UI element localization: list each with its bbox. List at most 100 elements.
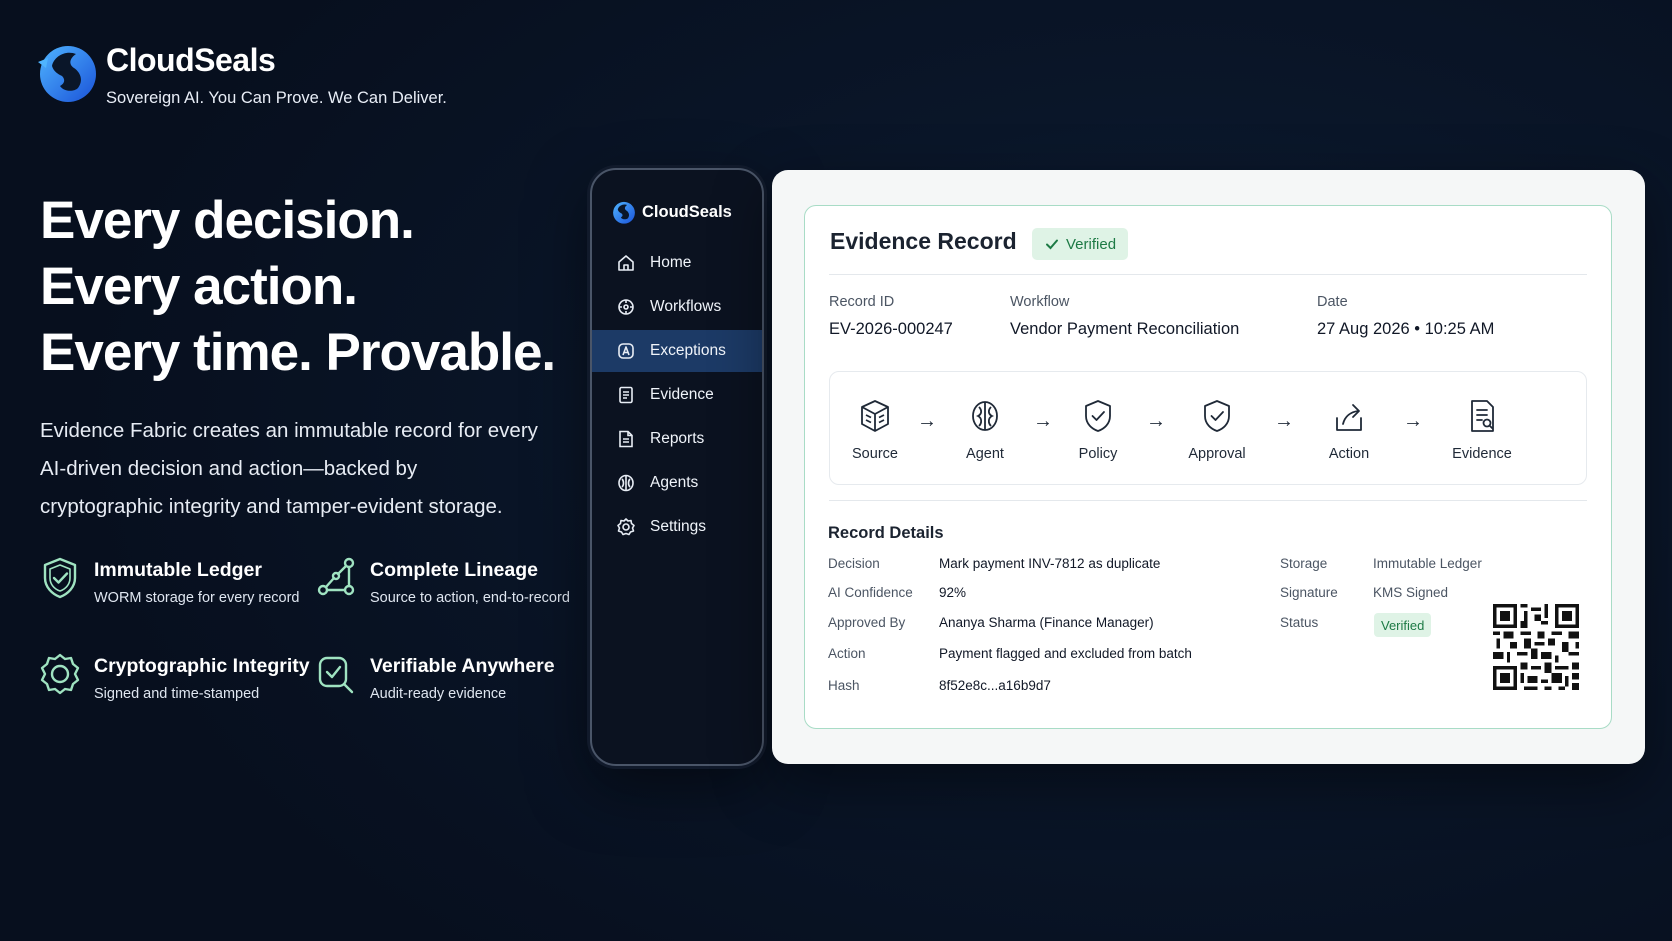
magnify-check-icon [318,656,354,694]
detail-label: Signature [1280,585,1338,600]
cloudseals-logo-icon [613,201,635,224]
cloudseals-logo-icon [38,46,96,102]
detail-label: Decision [828,556,880,571]
flow-step-label: Approval [1188,446,1246,462]
qr-code-icon[interactable] [1493,602,1579,692]
feature-title: Verifiable Anywhere [370,655,555,677]
detail-value: 92% [939,585,967,600]
sidebar-item-home[interactable]: Home [592,242,762,284]
flow-step-label: Action [1328,446,1370,462]
sidebar-item-label: Home [650,254,692,271]
sidebar-item-workflows[interactable]: Workflows [592,286,762,328]
feature-title: Cryptographic Integrity [94,655,310,677]
brand-tagline: Sovereign AI. You Can Prove. We Can Deli… [106,89,447,107]
flow-step-agent[interactable]: Agent [940,398,1030,462]
flow-step-label: Agent [966,446,1004,462]
meta-label: Date [1317,294,1348,310]
brain-icon [972,401,998,431]
shield-check-icon [1085,400,1111,432]
report-icon [619,430,633,448]
sidebar-item-label: Evidence [650,386,714,403]
shield-check-icon [1204,400,1230,432]
hero-headline: Every decision. Every action. Every time… [40,188,580,386]
check-icon [1046,239,1058,250]
verified-badge: Verified [1032,228,1129,260]
exception-icon [618,343,634,359]
detail-value: Immutable Ledger [1373,556,1482,571]
date-value: 27 Aug 2026 • 10:25 AM [1317,320,1495,338]
detail-value: KMS Signed [1373,585,1449,600]
lineage-flow: Source → Agent → Policy → Approval → Act… [829,371,1587,485]
detail-label: Storage [1280,556,1328,571]
sidebar-item-reports[interactable]: Reports [592,418,762,460]
sidebar-nav: Home Workflows Exceptions Evidence Repor… [592,242,762,548]
flow-step-policy[interactable]: Policy [1053,398,1143,462]
feature-item: Verifiable Anywhere Audit-ready evidence [316,652,592,702]
detail-label: Action [828,646,866,661]
flow-arrow: → [1146,410,1166,432]
headline-line: Every decision. [40,191,415,250]
flow-arrow: → [1403,410,1423,432]
detail-value: Mark payment INV-7812 as duplicate [939,556,1161,571]
flow-step-label: Source [852,446,898,462]
meta-label: Record ID [829,294,895,310]
flow-step-source[interactable]: Source [830,398,920,462]
feature-item: Complete Lineage Source to action, end-t… [316,556,592,606]
meta-label: Workflow [1010,294,1070,310]
lineage-nodes-icon [317,557,355,596]
home-icon [618,255,634,271]
hero-description: Evidence Fabric creates an immutable rec… [40,419,538,518]
meta-record-id: Record ID EV-2026-000247 [829,294,953,339]
agent-brain-icon [618,474,634,492]
detail-label: Hash [828,678,860,693]
sidebar-brand-name: CloudSeals [642,202,732,221]
feature-grid: Immutable Ledger WORM storage for every … [40,556,600,702]
app-sidebar: CloudSeals Home Workflows Exceptions Evi… [590,168,764,766]
document-search-icon [1471,400,1494,432]
workflow-value: Vendor Payment Reconciliation [1010,320,1240,338]
sidebar-item-label: Exceptions [650,342,726,359]
status-badge: Verified [1374,613,1432,637]
brand-header: CloudSeals Sovereign AI. You Can Prove. … [34,36,447,108]
sidebar-item-settings[interactable]: Settings [592,506,762,548]
record-id-value: EV-2026-000247 [829,320,953,338]
detail-label: Status [1280,615,1319,630]
sidebar-item-agents[interactable]: Agents [592,462,762,504]
meta-workflow: Workflow Vendor Payment Reconciliation [1010,294,1239,339]
hero-section: Every decision. Every action. Every time… [40,188,580,526]
meta-date: Date 27 Aug 2026 • 10:25 AM [1317,294,1494,339]
record-details-title: Record Details [828,524,944,542]
evidence-panel: Evidence Record Verified Record ID EV-20… [772,170,1645,764]
divider [829,274,1587,275]
flow-step-evidence[interactable]: Evidence [1437,398,1527,462]
flow-arrow: → [1033,410,1053,432]
feature-item: Immutable Ledger WORM storage for every … [40,556,316,606]
feature-subtitle: Source to action, end-to-record [370,590,570,606]
feature-subtitle: WORM storage for every record [94,590,300,606]
sidebar-item-label: Reports [650,430,705,447]
sidebar-item-label: Workflows [650,298,722,315]
flow-step-label: Policy [1078,446,1118,462]
detail-value: Payment flagged and excluded from batch [939,646,1192,661]
sidebar-item-evidence[interactable]: Evidence [592,374,762,416]
flow-step-action[interactable]: Action [1304,398,1394,462]
flow-arrow: → [1274,410,1294,432]
detail-value: Ananya Sharma (Finance Manager) [939,615,1154,630]
flow-step-approval[interactable]: Approval [1172,398,1262,462]
headline-line: Every action. [40,257,358,316]
document-icon [619,386,633,404]
hash-value[interactable]: 8f52e8c...a16b9d7 [939,678,1051,693]
brand-name: CloudSeals [106,42,276,78]
flow-arrow: → [917,410,937,432]
headline-line: Every time. Provable. [40,323,556,382]
verified-badge-label: Verified [1066,235,1117,253]
sidebar-item-exceptions[interactable]: Exceptions [592,330,762,372]
gear-icon [617,518,635,536]
feature-title: Complete Lineage [370,559,538,581]
cube-stack-icon [861,400,889,432]
sidebar-brand: CloudSeals [592,170,762,226]
detail-label: Approved By [828,615,906,630]
detail-label: AI Confidence [828,585,913,600]
sidebar-item-label: Settings [650,518,707,535]
record-title: Evidence Record [830,228,1017,254]
